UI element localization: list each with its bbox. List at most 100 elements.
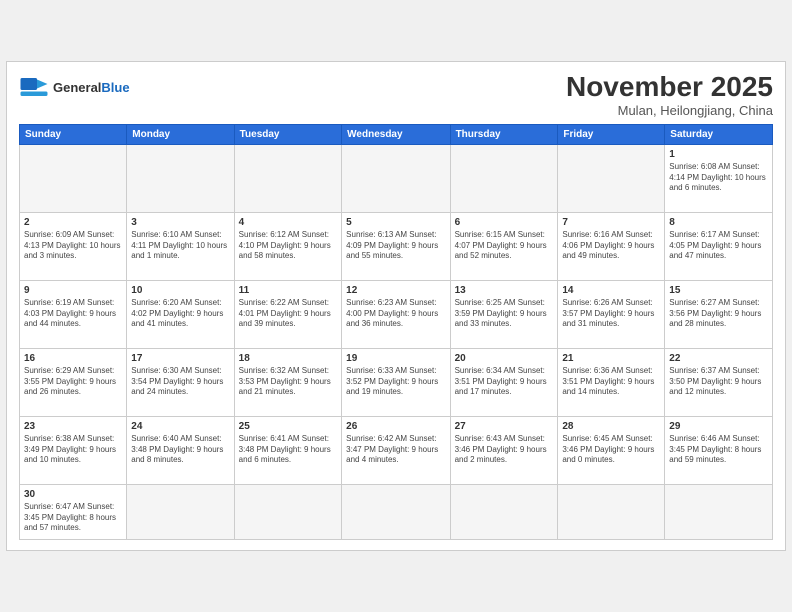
day-info: Sunrise: 6:17 AM Sunset: 4:05 PM Dayligh… [669, 230, 768, 261]
table-row: 30Sunrise: 6:47 AM Sunset: 3:45 PM Dayli… [20, 484, 127, 539]
header-monday: Monday [127, 124, 234, 144]
calendar-table: Sunday Monday Tuesday Wednesday Thursday… [19, 124, 773, 540]
month-title: November 2025 [566, 72, 773, 103]
day-info: Sunrise: 6:43 AM Sunset: 3:46 PM Dayligh… [455, 434, 554, 465]
title-section: November 2025 Mulan, Heilongjiang, China [566, 72, 773, 118]
day-info: Sunrise: 6:26 AM Sunset: 3:57 PM Dayligh… [562, 298, 660, 329]
table-row: 1Sunrise: 6:08 AM Sunset: 4:14 PM Daylig… [665, 144, 773, 212]
table-row [450, 484, 558, 539]
day-info: Sunrise: 6:27 AM Sunset: 3:56 PM Dayligh… [669, 298, 768, 329]
day-info: Sunrise: 6:19 AM Sunset: 4:03 PM Dayligh… [24, 298, 122, 329]
table-row: 12Sunrise: 6:23 AM Sunset: 4:00 PM Dayli… [342, 280, 450, 348]
calendar-header: GeneralBlue November 2025 Mulan, Heilong… [19, 72, 773, 118]
day-info: Sunrise: 6:20 AM Sunset: 4:02 PM Dayligh… [131, 298, 229, 329]
table-row: 13Sunrise: 6:25 AM Sunset: 3:59 PM Dayli… [450, 280, 558, 348]
day-number: 13 [455, 284, 554, 298]
weekday-header-row: Sunday Monday Tuesday Wednesday Thursday… [20, 124, 773, 144]
table-row [234, 484, 342, 539]
table-row [127, 484, 234, 539]
logo-icon [19, 72, 49, 102]
day-number: 2 [24, 216, 122, 230]
day-number: 18 [239, 352, 338, 366]
calendar-container: GeneralBlue November 2025 Mulan, Heilong… [6, 61, 786, 551]
table-row [450, 144, 558, 212]
day-info: Sunrise: 6:42 AM Sunset: 3:47 PM Dayligh… [346, 434, 445, 465]
table-row: 11Sunrise: 6:22 AM Sunset: 4:01 PM Dayli… [234, 280, 342, 348]
table-row: 29Sunrise: 6:46 AM Sunset: 3:45 PM Dayli… [665, 416, 773, 484]
table-row: 8Sunrise: 6:17 AM Sunset: 4:05 PM Daylig… [665, 212, 773, 280]
logo-text: GeneralBlue [53, 80, 130, 95]
header-tuesday: Tuesday [234, 124, 342, 144]
day-number: 26 [346, 420, 445, 434]
day-info: Sunrise: 6:08 AM Sunset: 4:14 PM Dayligh… [669, 162, 768, 193]
header-friday: Friday [558, 124, 665, 144]
day-number: 14 [562, 284, 660, 298]
table-row: 17Sunrise: 6:30 AM Sunset: 3:54 PM Dayli… [127, 348, 234, 416]
location-title: Mulan, Heilongjiang, China [566, 103, 773, 118]
table-row: 2Sunrise: 6:09 AM Sunset: 4:13 PM Daylig… [20, 212, 127, 280]
table-row: 26Sunrise: 6:42 AM Sunset: 3:47 PM Dayli… [342, 416, 450, 484]
day-info: Sunrise: 6:32 AM Sunset: 3:53 PM Dayligh… [239, 366, 338, 397]
table-row: 5Sunrise: 6:13 AM Sunset: 4:09 PM Daylig… [342, 212, 450, 280]
day-info: Sunrise: 6:47 AM Sunset: 3:45 PM Dayligh… [24, 502, 122, 533]
day-info: Sunrise: 6:25 AM Sunset: 3:59 PM Dayligh… [455, 298, 554, 329]
day-number: 16 [24, 352, 122, 366]
day-number: 11 [239, 284, 338, 298]
day-number: 15 [669, 284, 768, 298]
table-row: 19Sunrise: 6:33 AM Sunset: 3:52 PM Dayli… [342, 348, 450, 416]
day-number: 21 [562, 352, 660, 366]
day-info: Sunrise: 6:40 AM Sunset: 3:48 PM Dayligh… [131, 434, 229, 465]
day-info: Sunrise: 6:38 AM Sunset: 3:49 PM Dayligh… [24, 434, 122, 465]
day-info: Sunrise: 6:45 AM Sunset: 3:46 PM Dayligh… [562, 434, 660, 465]
day-number: 22 [669, 352, 768, 366]
day-info: Sunrise: 6:34 AM Sunset: 3:51 PM Dayligh… [455, 366, 554, 397]
table-row: 9Sunrise: 6:19 AM Sunset: 4:03 PM Daylig… [20, 280, 127, 348]
table-row [342, 144, 450, 212]
table-row [234, 144, 342, 212]
day-info: Sunrise: 6:22 AM Sunset: 4:01 PM Dayligh… [239, 298, 338, 329]
table-row: 27Sunrise: 6:43 AM Sunset: 3:46 PM Dayli… [450, 416, 558, 484]
day-info: Sunrise: 6:41 AM Sunset: 3:48 PM Dayligh… [239, 434, 338, 465]
day-info: Sunrise: 6:16 AM Sunset: 4:06 PM Dayligh… [562, 230, 660, 261]
day-number: 20 [455, 352, 554, 366]
day-info: Sunrise: 6:36 AM Sunset: 3:51 PM Dayligh… [562, 366, 660, 397]
day-info: Sunrise: 6:46 AM Sunset: 3:45 PM Dayligh… [669, 434, 768, 465]
table-row: 10Sunrise: 6:20 AM Sunset: 4:02 PM Dayli… [127, 280, 234, 348]
day-number: 8 [669, 216, 768, 230]
day-info: Sunrise: 6:30 AM Sunset: 3:54 PM Dayligh… [131, 366, 229, 397]
day-number: 1 [669, 148, 768, 162]
header-thursday: Thursday [450, 124, 558, 144]
table-row: 7Sunrise: 6:16 AM Sunset: 4:06 PM Daylig… [558, 212, 665, 280]
table-row: 23Sunrise: 6:38 AM Sunset: 3:49 PM Dayli… [20, 416, 127, 484]
table-row [342, 484, 450, 539]
day-info: Sunrise: 6:23 AM Sunset: 4:00 PM Dayligh… [346, 298, 445, 329]
header-sunday: Sunday [20, 124, 127, 144]
table-row [665, 484, 773, 539]
table-row [558, 484, 665, 539]
table-row: 3Sunrise: 6:10 AM Sunset: 4:11 PM Daylig… [127, 212, 234, 280]
table-row: 22Sunrise: 6:37 AM Sunset: 3:50 PM Dayli… [665, 348, 773, 416]
day-number: 30 [24, 488, 122, 502]
table-row [127, 144, 234, 212]
header-wednesday: Wednesday [342, 124, 450, 144]
table-row: 6Sunrise: 6:15 AM Sunset: 4:07 PM Daylig… [450, 212, 558, 280]
day-number: 17 [131, 352, 229, 366]
day-number: 12 [346, 284, 445, 298]
day-number: 7 [562, 216, 660, 230]
logo: GeneralBlue [19, 72, 130, 102]
table-row: 14Sunrise: 6:26 AM Sunset: 3:57 PM Dayli… [558, 280, 665, 348]
day-info: Sunrise: 6:29 AM Sunset: 3:55 PM Dayligh… [24, 366, 122, 397]
table-row [558, 144, 665, 212]
table-row: 28Sunrise: 6:45 AM Sunset: 3:46 PM Dayli… [558, 416, 665, 484]
day-number: 27 [455, 420, 554, 434]
day-number: 19 [346, 352, 445, 366]
day-number: 9 [24, 284, 122, 298]
day-number: 6 [455, 216, 554, 230]
day-info: Sunrise: 6:12 AM Sunset: 4:10 PM Dayligh… [239, 230, 338, 261]
table-row: 25Sunrise: 6:41 AM Sunset: 3:48 PM Dayli… [234, 416, 342, 484]
table-row: 24Sunrise: 6:40 AM Sunset: 3:48 PM Dayli… [127, 416, 234, 484]
header-saturday: Saturday [665, 124, 773, 144]
day-info: Sunrise: 6:33 AM Sunset: 3:52 PM Dayligh… [346, 366, 445, 397]
table-row [20, 144, 127, 212]
table-row: 4Sunrise: 6:12 AM Sunset: 4:10 PM Daylig… [234, 212, 342, 280]
